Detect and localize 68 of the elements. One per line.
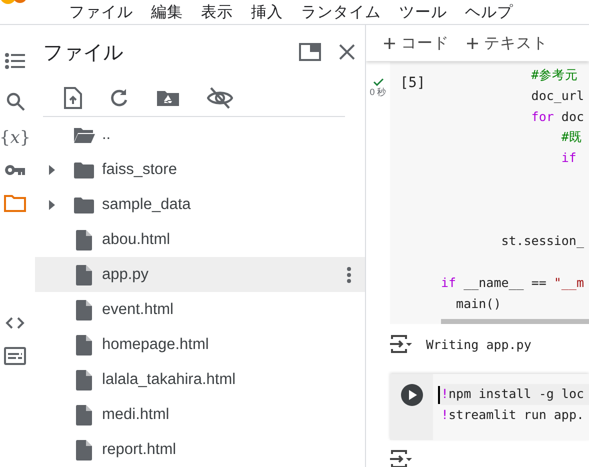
expand-caret-icon[interactable] <box>49 200 55 210</box>
folder-icon[interactable] <box>4 194 26 212</box>
file-name: abou.html <box>102 230 172 248</box>
file-icon <box>75 438 93 460</box>
file-name: faiss_store <box>102 160 178 178</box>
menu-item[interactable]: 編集 <box>151 2 183 22</box>
variables-icon[interactable]: {𝑥} <box>0 128 31 148</box>
run-duration: 0 秒 <box>370 86 386 99</box>
code-icon[interactable] <box>5 317 25 329</box>
logo-icon[interactable] <box>0 0 26 6</box>
file-icon <box>75 334 93 356</box>
file-row[interactable]: app.py <box>35 257 365 292</box>
eye-off-icon[interactable] <box>207 86 233 109</box>
more-icon[interactable] <box>347 266 351 282</box>
file-row[interactable]: sample_data <box>35 187 365 222</box>
add-cell-button[interactable]: コード <box>384 32 449 54</box>
add-cell-button[interactable]: テキスト <box>467 32 548 54</box>
file-icon <box>75 368 93 390</box>
folder-icon <box>73 196 95 214</box>
open-folder-icon <box>73 126 95 144</box>
file-row[interactable]: .. <box>35 117 365 152</box>
file-row[interactable]: lalala_takahira.html <box>35 362 365 397</box>
window-icon[interactable] <box>299 43 321 62</box>
plus-icon <box>467 38 478 48</box>
menu-item[interactable]: 挿入 <box>251 2 283 22</box>
file-row[interactable]: homepage.html <box>35 327 365 362</box>
drive-folder-icon[interactable] <box>156 88 180 107</box>
menu-item[interactable]: ランタイム <box>301 2 381 22</box>
file-name: app.py <box>102 266 150 284</box>
menu-item[interactable]: ヘルプ <box>465 2 513 22</box>
code-text: !npm install -g loc !streamlit run app. <box>441 385 585 424</box>
expand-caret-icon[interactable] <box>49 164 55 174</box>
menu-item[interactable]: ツール <box>399 2 447 22</box>
plus-icon <box>384 38 395 48</box>
file-row[interactable]: report.html <box>35 432 365 467</box>
file-icon <box>75 404 93 426</box>
file-name: event.html <box>102 300 175 318</box>
output-toggle-icon[interactable] <box>389 335 413 353</box>
file-row[interactable]: faiss_store <box>35 152 365 187</box>
terminal-icon[interactable] <box>4 347 26 365</box>
panel-title: ファイル <box>43 40 124 66</box>
file-name: .. <box>102 126 112 144</box>
output-text: Writing app.py <box>426 336 532 352</box>
run-button[interactable] <box>400 384 422 406</box>
file-row[interactable]: medi.html <box>35 397 365 432</box>
execution-count: [5] <box>399 74 426 93</box>
refresh-icon[interactable] <box>109 88 129 108</box>
code-text: #参考元 doc_url for doc #既 if st.session_ if __name__ == "__m main() <box>441 66 584 313</box>
file-name: lalala_takahira.html <box>102 370 237 388</box>
text-cursor <box>438 386 440 404</box>
toc-icon[interactable] <box>5 52 25 70</box>
menu-item[interactable]: 表示 <box>201 2 233 22</box>
file-icon <box>75 228 93 250</box>
folder-icon <box>73 160 95 178</box>
output-toggle-icon[interactable] <box>389 450 413 467</box>
key-icon[interactable] <box>4 164 26 176</box>
file-icon <box>75 264 93 286</box>
file-name: report.html <box>102 440 178 458</box>
menu-item[interactable]: ファイル <box>69 2 133 22</box>
search-icon[interactable] <box>6 92 24 111</box>
file-icon <box>75 298 93 320</box>
file-name: homepage.html <box>102 336 210 354</box>
file-row[interactable]: event.html <box>35 292 365 327</box>
file-row[interactable]: abou.html <box>35 222 365 257</box>
upload-icon[interactable] <box>64 86 82 109</box>
file-name: sample_data <box>102 196 192 214</box>
close-icon[interactable] <box>339 44 355 60</box>
file-name: medi.html <box>102 406 170 424</box>
